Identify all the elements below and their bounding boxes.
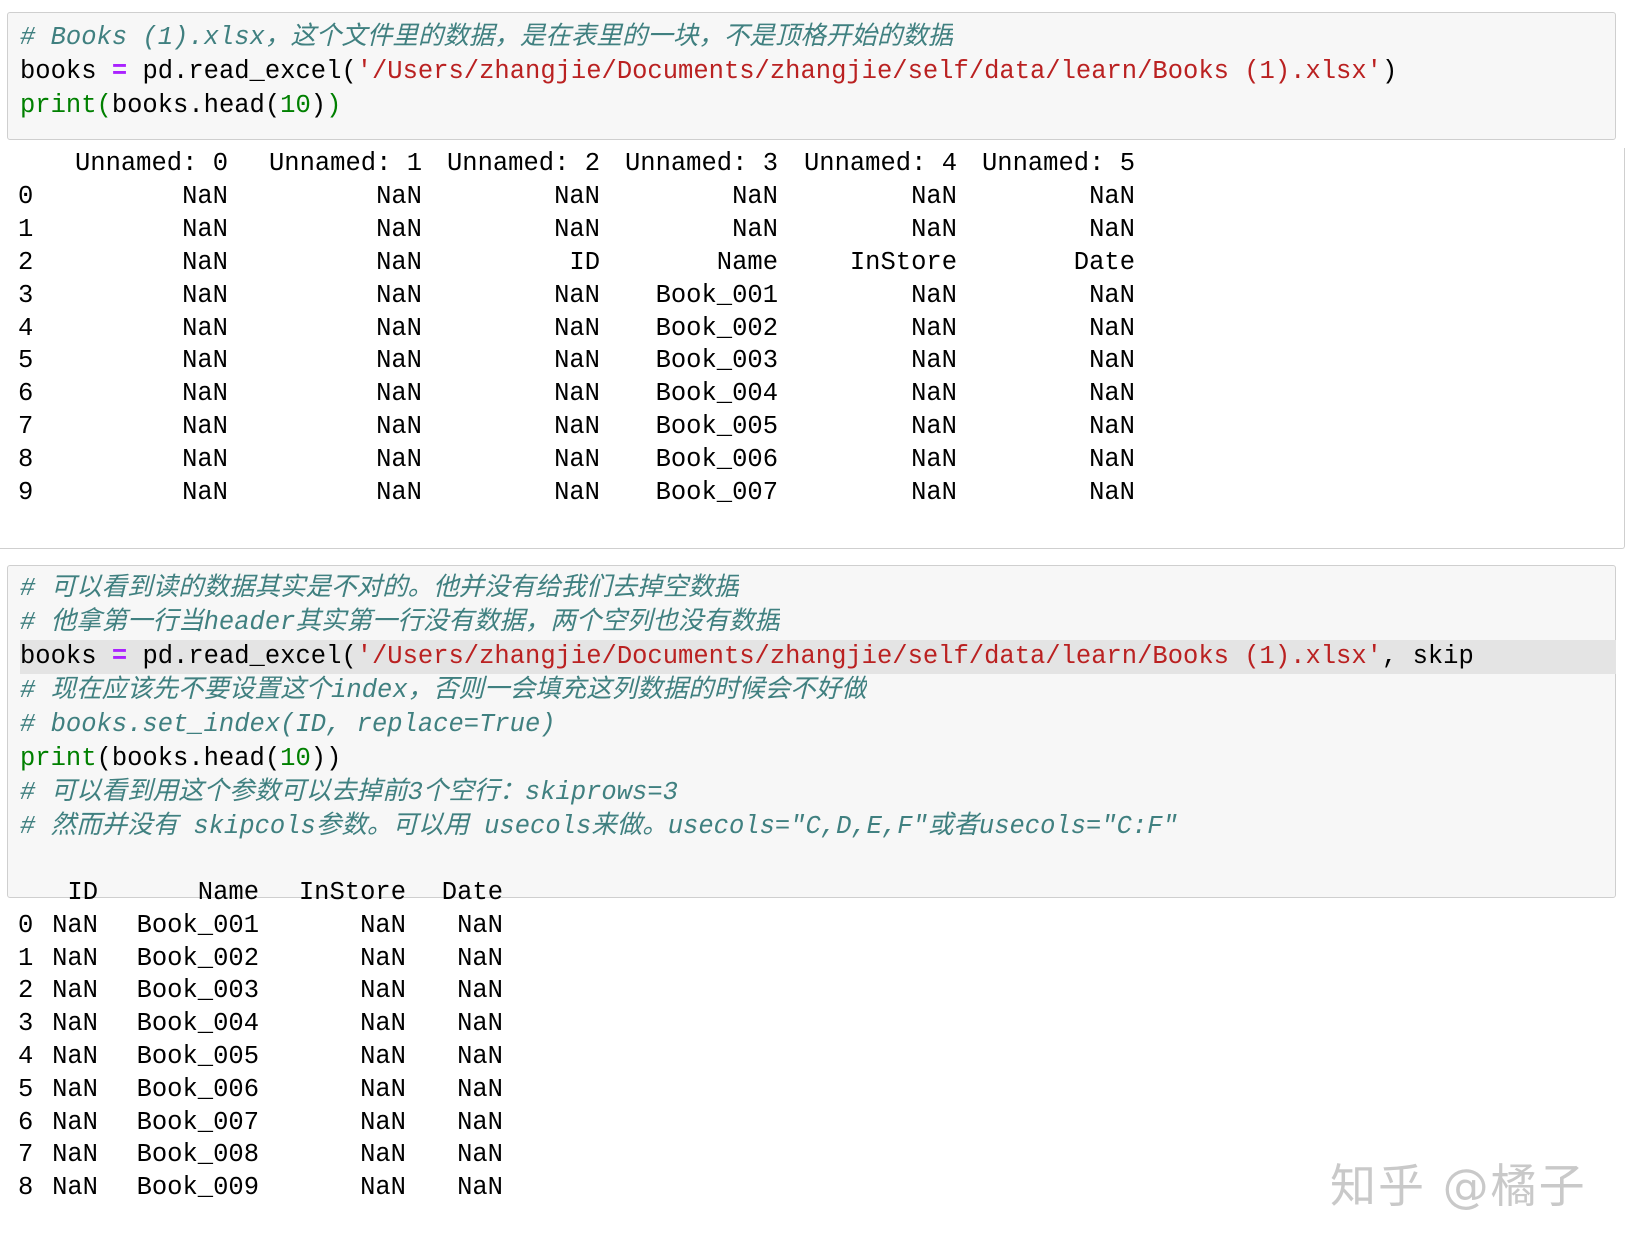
df-cell: NaN <box>1089 445 1135 475</box>
df-cell: NaN <box>1089 478 1135 507</box>
df-cell: NaN <box>457 1173 503 1203</box>
df-cell: NaN <box>457 1009 503 1039</box>
df-cell: NaN <box>457 943 503 973</box>
code-line-print: print(books.head(10)) <box>20 742 341 776</box>
code-line-comment: # Books (1).xlsx，这个文件里的数据，是在表里的一块，不是顶格开始… <box>20 21 953 55</box>
df-cell: NaN <box>457 910 503 940</box>
code-paren: ( <box>96 91 112 120</box>
df-cell: Date <box>1073 247 1135 277</box>
code-comment: # 现在应该先不要设置这个index，否则一会填充这列数据的时候会不好做 <box>20 676 867 705</box>
code-comment: # Books (1).xlsx，这个文件里的数据，是在表里的一块，不是顶格开始… <box>20 23 954 52</box>
code-line-comment: # 他拿第一行当header其实第一行没有数据，两个空列也没有数据 <box>20 606 780 640</box>
code-operator: = <box>111 642 128 671</box>
df-row: 5 NaN NaN NaN Book_003 NaN NaN <box>18 344 1518 378</box>
df-row: 2 NaN NaN ID Name InStore Date <box>18 246 1518 280</box>
df-cell: NaN <box>1089 280 1135 310</box>
code-line-read-excel: books = pd.read_excel('/Users/zhangjie/D… <box>20 640 1616 674</box>
df-cell: NaN <box>1089 214 1135 244</box>
df-row: 1 NaN NaN NaN NaN NaN NaN <box>18 213 1518 247</box>
df-row: 7 NaN NaN NaN Book_005 NaN NaN <box>18 410 1518 444</box>
code-args: , skip <box>1381 642 1474 671</box>
code-string: '/Users/zhangjie/Documents/zhangjie/self… <box>356 57 1382 86</box>
code-cell-1[interactable]: # Books (1).xlsx，这个文件里的数据，是在表里的一块，不是顶格开始… <box>7 12 1616 140</box>
watermark: 知乎 @橘子 <box>1330 1159 1587 1213</box>
code-paren: ) <box>1381 57 1398 86</box>
df-row: 5 NaN Book_006 NaN NaN <box>18 1073 1518 1107</box>
code-call: (books.head( <box>96 744 281 773</box>
code-line-comment: # 现在应该先不要设置这个index，否则一会填充这列数据的时候会不好做 <box>20 674 867 708</box>
code-call: pd.read_excel( <box>127 57 357 86</box>
df-row: 8 NaN Book_009 NaN NaN <box>18 1171 1518 1205</box>
df-cell: NaN <box>1089 379 1135 409</box>
df-cell: NaN <box>1089 412 1135 442</box>
code-line-comment: # books.set_index(ID, replace=True) <box>20 708 556 742</box>
code-line-print: print(books.head(10)) <box>20 89 341 123</box>
code-cell-2[interactable]: # 可以看到读的数据其实是不对的。他并没有给我们去掉空数据 # 他拿第一行当he… <box>7 565 1616 898</box>
df-cell: NaN <box>1089 346 1135 376</box>
df-cell: NaN <box>457 976 503 1006</box>
df-row: 0 NaN Book_001 NaN NaN <box>18 909 1518 943</box>
df-cell: NaN <box>457 1107 503 1137</box>
df-column-header: Date <box>441 878 503 907</box>
df-cell: NaN <box>457 1074 503 1104</box>
df-cell: NaN <box>457 1042 503 1071</box>
code-string: '/Users/zhangjie/Documents/zhangjie/self… <box>356 642 1382 671</box>
code-number: 10 <box>280 91 311 120</box>
code-call: pd.read_excel( <box>127 642 357 671</box>
code-paren: ) <box>310 91 327 120</box>
df-cell: NaN <box>1089 313 1135 343</box>
df-row: 3 NaN Book_004 NaN NaN <box>18 1007 1518 1041</box>
df-row: 6 NaN Book_007 NaN NaN <box>18 1106 1518 1140</box>
code-keyword: print <box>20 91 97 120</box>
df-row: 9 NaN NaN NaN Book_007 NaN NaN <box>18 476 1518 510</box>
code-comment: # 可以看到读的数据其实是不对的。他并没有给我们去掉空数据 <box>20 574 740 603</box>
df-row: 2 NaN Book_003 NaN NaN <box>18 974 1518 1008</box>
df-column-header: Unnamed: 5 <box>981 149 1135 178</box>
df-cell: NaN <box>1089 181 1135 211</box>
df-row: 4 NaN Book_005 NaN NaN <box>18 1040 1518 1074</box>
code-operator: = <box>111 57 128 86</box>
code-comment: # 然而并没有 skipcols参数。可以用 usecols来做。usecols… <box>20 812 1178 841</box>
code-paren: ) <box>326 91 342 120</box>
code-call: books.head( <box>111 91 281 120</box>
df-row: 8 NaN NaN NaN Book_006 NaN NaN <box>18 443 1518 477</box>
df-cell: NaN <box>457 1140 503 1170</box>
df-row: 6 NaN NaN NaN Book_004 NaN NaN <box>18 377 1518 411</box>
code-keyword: print <box>20 744 97 773</box>
code-comment: # 可以看到用这个参数可以去掉前3个空行：skiprows=3 <box>20 778 678 807</box>
code-line-comment: # 可以看到读的数据其实是不对的。他并没有给我们去掉空数据 <box>20 572 739 606</box>
code-comment: # books.set_index(ID, replace=True) <box>20 710 556 739</box>
code-number: 10 <box>280 744 311 773</box>
df-row: 4 NaN NaN NaN Book_002 NaN NaN <box>18 312 1518 346</box>
code-var: books <box>20 642 112 671</box>
code-var: books <box>20 57 112 86</box>
df-row: 3 NaN NaN NaN Book_001 NaN NaN <box>18 279 1518 313</box>
code-comment: # 他拿第一行当header其实第一行没有数据，两个空列也没有数据 <box>20 608 780 637</box>
code-line-comment: # 然而并没有 skipcols参数。可以用 usecols来做。usecols… <box>20 810 1178 844</box>
code-line-comment: # 可以看到用这个参数可以去掉前3个空行：skiprows=3 <box>20 776 678 810</box>
code-paren: )) <box>310 744 342 773</box>
df-row: 7 NaN Book_008 NaN NaN <box>18 1138 1518 1172</box>
code-line-read-excel: books = pd.read_excel('/Users/zhangjie/D… <box>20 55 1397 89</box>
df-row: 1 NaN Book_002 NaN NaN <box>18 942 1518 976</box>
df-row: 0 NaN NaN NaN NaN NaN NaN <box>18 180 1518 214</box>
output-area-1: Unnamed: 0 Unnamed: 1 Unnamed: 2 Unnamed: 3… <box>0 148 1625 549</box>
